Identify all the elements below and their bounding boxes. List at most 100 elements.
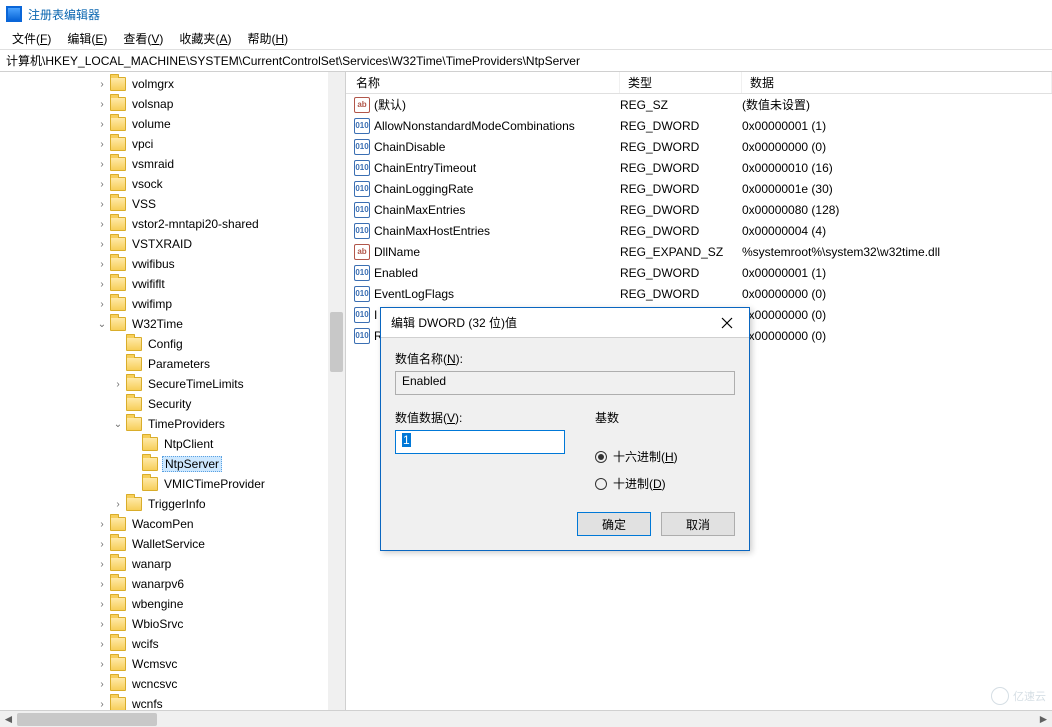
- tree-scrollbar[interactable]: [328, 72, 345, 710]
- tree-item-label: NtpServer: [162, 456, 222, 472]
- tree-item-vss[interactable]: ›VSS: [0, 194, 345, 214]
- tree-item-ntpclient[interactable]: NtpClient: [0, 434, 345, 454]
- base-label: 基数: [595, 409, 678, 426]
- scroll-left-icon[interactable]: ◄: [0, 711, 17, 727]
- tree-item-vstxraid[interactable]: ›VSTXRAID: [0, 234, 345, 254]
- chevron-right-icon[interactable]: ›: [96, 518, 108, 530]
- value-row[interactable]: 010ChainLoggingRateREG_DWORD0x0000001e (…: [346, 178, 1052, 199]
- tree-item-label: WbioSrvc: [130, 617, 185, 631]
- chevron-right-icon[interactable]: ›: [96, 698, 108, 710]
- chevron-right-icon[interactable]: ›: [112, 498, 124, 510]
- value-type: REG_EXPAND_SZ: [620, 245, 742, 259]
- chevron-right-icon[interactable]: ›: [96, 298, 108, 310]
- chevron-right-icon[interactable]: ›: [96, 638, 108, 650]
- chevron-right-icon[interactable]: ›: [96, 678, 108, 690]
- chevron-right-icon[interactable]: ›: [96, 658, 108, 670]
- tree-item-config[interactable]: Config: [0, 334, 345, 354]
- value-row[interactable]: abDllNameREG_EXPAND_SZ%systemroot%\syste…: [346, 241, 1052, 262]
- chevron-right-icon[interactable]: ›: [96, 118, 108, 130]
- tree-item-vpci[interactable]: ›vpci: [0, 134, 345, 154]
- tree-item-timeproviders[interactable]: ⌄TimeProviders: [0, 414, 345, 434]
- chevron-right-icon[interactable]: ›: [96, 178, 108, 190]
- tree-item-label: wcncsvc: [130, 677, 179, 691]
- value-row[interactable]: 010EventLogFlagsREG_DWORD0x00000000 (0): [346, 283, 1052, 304]
- tree-item-volsnap[interactable]: ›volsnap: [0, 94, 345, 114]
- value-row[interactable]: 010AllowNonstandardModeCombinationsREG_D…: [346, 115, 1052, 136]
- chevron-right-icon[interactable]: ›: [96, 238, 108, 250]
- radio-hex[interactable]: 十六进制(H): [595, 448, 678, 465]
- tree-item-wanarpv6[interactable]: ›wanarpv6: [0, 574, 345, 594]
- column-type[interactable]: 类型: [620, 72, 742, 93]
- tree-item-wcifs[interactable]: ›wcifs: [0, 634, 345, 654]
- value-name: AllowNonstandardModeCombinations: [374, 119, 575, 133]
- menu-favorites[interactable]: 收藏夹(A): [171, 28, 239, 49]
- addressbar[interactable]: 计算机\HKEY_LOCAL_MACHINE\SYSTEM\CurrentCon…: [0, 50, 1052, 72]
- chevron-right-icon[interactable]: ›: [96, 598, 108, 610]
- menu-edit[interactable]: 编辑(E): [59, 28, 115, 49]
- chevron-right-icon[interactable]: ›: [96, 78, 108, 90]
- tree-item-wcmsvc[interactable]: ›Wcmsvc: [0, 654, 345, 674]
- binary-value-icon: 010: [354, 307, 370, 323]
- tree-item-vsock[interactable]: ›vsock: [0, 174, 345, 194]
- value-row[interactable]: ab(默认)REG_SZ(数值未设置): [346, 94, 1052, 115]
- tree-item-vwififlt[interactable]: ›vwififlt: [0, 274, 345, 294]
- tree-hscrollbar[interactable]: ◄ ►: [0, 710, 1052, 727]
- scroll-thumb[interactable]: [17, 713, 157, 726]
- radio-dec[interactable]: 十进制(D): [595, 475, 678, 492]
- tree-item-wbengine[interactable]: ›wbengine: [0, 594, 345, 614]
- tree-item-wanarp[interactable]: ›wanarp: [0, 554, 345, 574]
- value-data-field[interactable]: 1: [395, 430, 565, 454]
- chevron-right-icon[interactable]: ›: [96, 98, 108, 110]
- tree-item-vsmraid[interactable]: ›vsmraid: [0, 154, 345, 174]
- tree-pane[interactable]: ›volmgrx›volsnap›volume›vpci›vsmraid›vso…: [0, 72, 346, 710]
- tree-item-vwifibus[interactable]: ›vwifibus: [0, 254, 345, 274]
- chevron-down-icon[interactable]: ⌄: [112, 418, 124, 430]
- chevron-right-icon[interactable]: ›: [96, 538, 108, 550]
- tree-item-wacompen[interactable]: ›WacomPen: [0, 514, 345, 534]
- tree-item-securetimelimits[interactable]: ›SecureTimeLimits: [0, 374, 345, 394]
- tree-item-volmgrx[interactable]: ›volmgrx: [0, 74, 345, 94]
- value-data: 0x00000010 (16): [742, 161, 1052, 175]
- chevron-right-icon[interactable]: ›: [96, 158, 108, 170]
- menu-file[interactable]: 文件(F): [4, 28, 59, 49]
- chevron-right-icon[interactable]: ›: [96, 258, 108, 270]
- tree-item-ntpserver[interactable]: NtpServer: [0, 454, 345, 474]
- value-row[interactable]: 010EnabledREG_DWORD0x00000001 (1): [346, 262, 1052, 283]
- close-button[interactable]: [709, 309, 745, 337]
- chevron-right-icon[interactable]: ›: [96, 198, 108, 210]
- menu-view[interactable]: 查看(V): [115, 28, 171, 49]
- chevron-right-icon[interactable]: ›: [112, 378, 124, 390]
- tree-item-wcncsvc[interactable]: › wcncsvc: [0, 674, 345, 694]
- value-row[interactable]: 010ChainDisableREG_DWORD0x00000000 (0): [346, 136, 1052, 157]
- chevron-right-icon[interactable]: ›: [96, 218, 108, 230]
- chevron-down-icon[interactable]: ⌄: [96, 318, 108, 330]
- tree-item-vmictimeprovider[interactable]: VMICTimeProvider: [0, 474, 345, 494]
- value-row[interactable]: 010ChainEntryTimeoutREG_DWORD0x00000010 …: [346, 157, 1052, 178]
- tree-item-volume[interactable]: ›volume: [0, 114, 345, 134]
- chevron-right-icon[interactable]: ›: [96, 138, 108, 150]
- chevron-right-icon[interactable]: ›: [96, 618, 108, 630]
- value-row[interactable]: 010ChainMaxEntriesREG_DWORD0x00000080 (1…: [346, 199, 1052, 220]
- tree-item-wcnfs[interactable]: ›wcnfs: [0, 694, 345, 710]
- tree-item-walletservice[interactable]: ›WalletService: [0, 534, 345, 554]
- tree-item-vstor2-mntapi20-shared[interactable]: ›vstor2-mntapi20-shared: [0, 214, 345, 234]
- chevron-right-icon[interactable]: ›: [96, 278, 108, 290]
- chevron-right-icon[interactable]: ›: [96, 558, 108, 570]
- tree-item-vwifimp[interactable]: ›vwifimp: [0, 294, 345, 314]
- tree-item-w32time[interactable]: ⌄W32Time: [0, 314, 345, 334]
- value-row[interactable]: 010ChainMaxHostEntriesREG_DWORD0x0000000…: [346, 220, 1052, 241]
- columns-header[interactable]: 名称 类型 数据: [346, 72, 1052, 94]
- cancel-button[interactable]: 取消: [661, 512, 735, 536]
- tree-item-security[interactable]: Security: [0, 394, 345, 414]
- menu-help[interactable]: 帮助(H): [239, 28, 296, 49]
- ok-button[interactable]: 确定: [577, 512, 651, 536]
- tree-item-wbiosrvc[interactable]: › WbioSrvc: [0, 614, 345, 634]
- column-name[interactable]: 名称: [346, 72, 620, 93]
- tree-item-triggerinfo[interactable]: ›TriggerInfo: [0, 494, 345, 514]
- chevron-right-icon[interactable]: ›: [96, 578, 108, 590]
- scroll-right-icon[interactable]: ►: [1035, 711, 1052, 727]
- binary-value-icon: 010: [354, 160, 370, 176]
- tree-item-label: Parameters: [146, 357, 212, 371]
- tree-item-parameters[interactable]: Parameters: [0, 354, 345, 374]
- column-data[interactable]: 数据: [742, 72, 1052, 93]
